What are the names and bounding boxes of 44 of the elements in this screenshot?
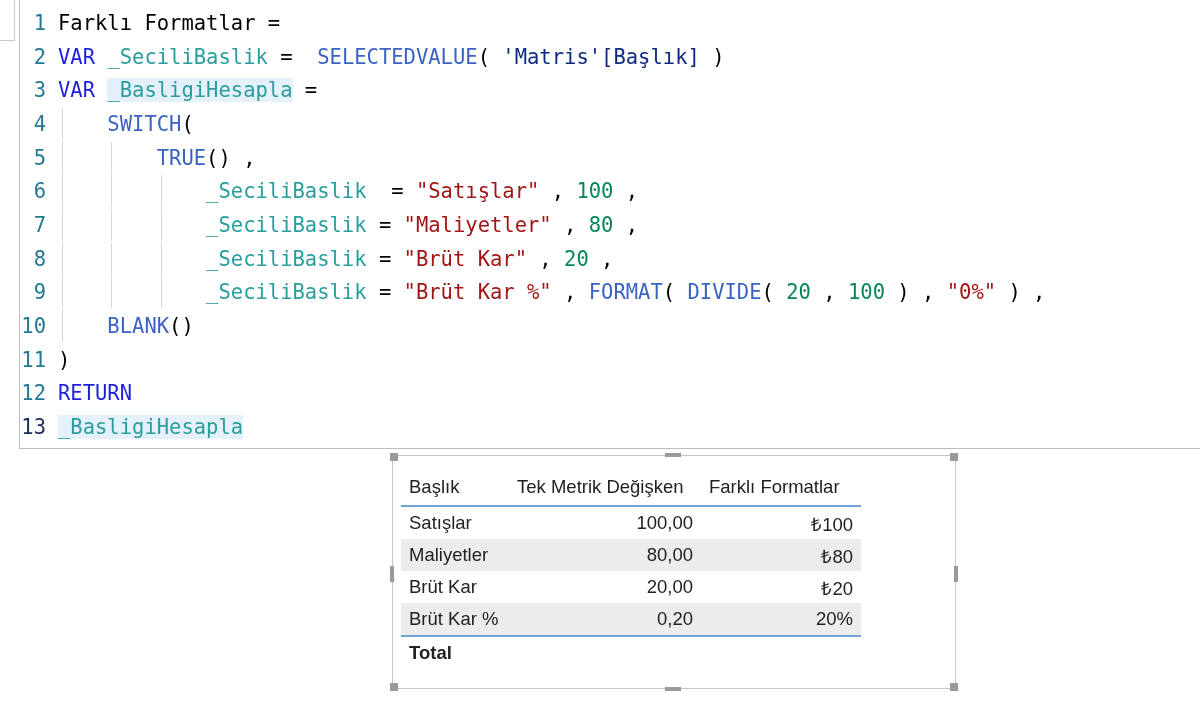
table-cell-text: ₺80: [820, 544, 854, 568]
line-number: 4: [32, 111, 46, 136]
resize-handle[interactable]: [665, 453, 681, 457]
code-line: ): [58, 347, 71, 372]
line-number: 8: [32, 246, 46, 271]
resize-handle[interactable]: [665, 687, 681, 691]
table-cell-text: ₺20: [820, 576, 854, 600]
line-number: 11: [20, 347, 46, 372]
code-line: RETURN: [58, 381, 133, 406]
resize-handle[interactable]: [954, 566, 958, 582]
line-number: 13: [20, 415, 46, 440]
resize-handle[interactable]: [390, 453, 398, 461]
table-cell-text: Brüt Kar: [408, 576, 478, 598]
table-cell-text: 100,00: [635, 512, 694, 534]
table-cell-text: Maliyetler: [408, 544, 490, 566]
total-label: Total: [408, 642, 453, 664]
table-cell-text: 20,00: [645, 576, 694, 598]
line-number: 2: [32, 44, 46, 69]
table-cell-text: 20%: [814, 608, 854, 630]
column-header: Başlık: [408, 475, 461, 498]
resize-handle[interactable]: [950, 453, 958, 461]
line-number: 3: [32, 78, 46, 103]
table-cell-text: 0,20: [656, 608, 694, 630]
resize-handle[interactable]: [950, 683, 958, 691]
line-number: 6: [32, 179, 46, 204]
code-line: Farklı Formatlar =: [58, 10, 281, 35]
code-line: VAR _SeciliBaslik = SELECTEDVALUE( 'Matris'[Başlık] ): [58, 44, 725, 69]
table-cell-text: ₺100: [810, 512, 854, 536]
line-number: 5: [32, 145, 46, 170]
line-number: 7: [32, 212, 46, 237]
line-number: 1: [32, 10, 46, 35]
line-number: 9: [32, 280, 46, 305]
table-cell-text: 80,00: [645, 544, 694, 566]
column-header: Farklı Formatlar: [708, 475, 841, 498]
line-number: 12: [20, 381, 46, 406]
resize-handle[interactable]: [390, 683, 398, 691]
resize-handle[interactable]: [390, 566, 394, 582]
table-cell-text: Brüt Kar %: [408, 608, 500, 630]
panel-edge: [0, 0, 15, 41]
table-cell-text: Satışlar: [408, 512, 473, 534]
column-header: Tek Metrik Değişken: [516, 475, 685, 498]
table-visual[interactable]: Başlık Tek Metrik Değişken Farklı Formatlar Satışlar 100,00 ₺100 Maliyetler 80,00 ₺80 Brüt Kar 20,00 ₺20 Brüt Kar % 0,20 20% Total: [392, 455, 956, 689]
code-line: VAR _BasligiHesapla =: [58, 78, 318, 103]
line-number: 10: [20, 314, 46, 339]
